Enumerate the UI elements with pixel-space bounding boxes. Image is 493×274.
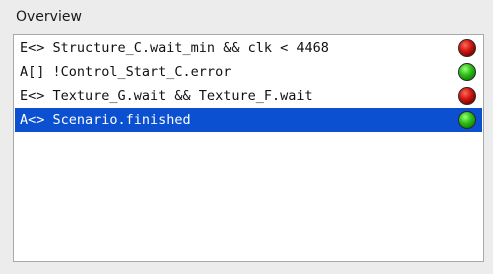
status-green-icon [458,63,476,81]
query-row[interactable]: A[] !Control_Start_C.error [15,60,482,84]
query-row[interactable]: E<> Structure_C.wait_min && clk < 4468 [15,36,482,60]
query-text: A[] !Control_Start_C.error [20,64,232,80]
query-text: A<> Scenario.finished [20,112,191,128]
panel-title: Overview [16,9,82,25]
status-red-icon [458,87,476,105]
query-row[interactable]: E<> Texture_G.wait && Texture_F.wait [15,84,482,108]
query-row-selected[interactable]: A<> Scenario.finished [15,108,482,132]
status-red-icon [458,39,476,57]
query-text: E<> Structure_C.wait_min && clk < 4468 [20,40,329,56]
status-green-icon [458,111,476,129]
query-list[interactable]: E<> Structure_C.wait_min && clk < 4468 A… [13,34,484,262]
query-text: E<> Texture_G.wait && Texture_F.wait [20,88,313,104]
